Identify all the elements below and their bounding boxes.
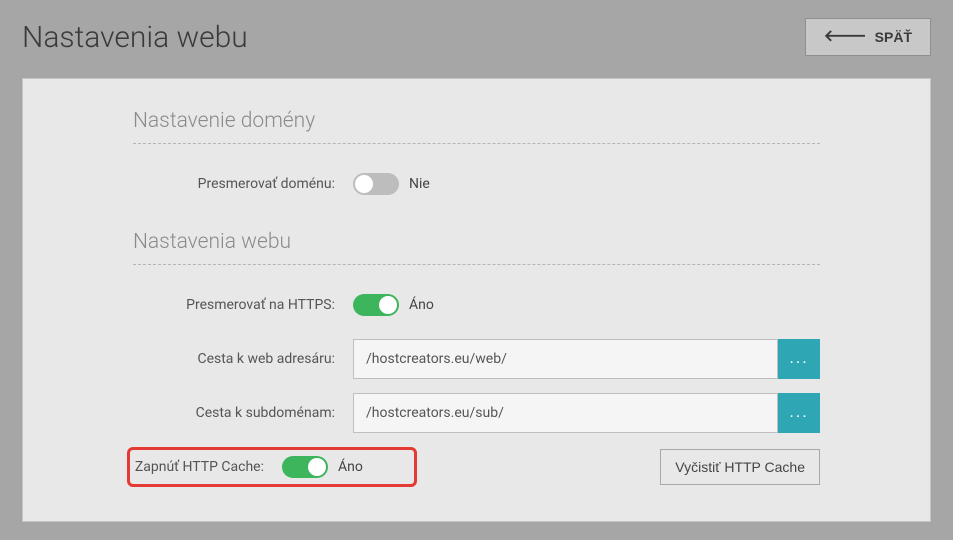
toggle-redirect-domain-value: Nie	[409, 176, 430, 192]
section-domain: Nastavenie domény Presmerovať doménu: Ni…	[133, 109, 820, 204]
row-sub-path: Cesta k subdoménam: ...	[133, 393, 820, 433]
label-redirect-domain: Presmerovať doménu:	[133, 176, 353, 192]
toggle-http-cache[interactable]	[282, 456, 328, 478]
input-web-path[interactable]	[353, 339, 778, 379]
row-http-cache-highlight: Zapnúť HTTP Cache: Áno	[127, 447, 417, 487]
toggle-redirect-https-value: Áno	[409, 297, 434, 313]
toggle-redirect-domain[interactable]	[353, 173, 399, 195]
label-sub-path: Cesta k subdoménam:	[133, 405, 353, 421]
toggle-redirect-https[interactable]	[353, 294, 399, 316]
label-http-cache: Zapnúť HTTP Cache:	[132, 459, 282, 475]
page-title: Nastavenia webu	[22, 20, 248, 55]
label-redirect-https: Presmerovať na HTTPS:	[133, 297, 353, 313]
toggle-http-cache-value: Áno	[338, 459, 363, 475]
label-web-path: Cesta k web adresáru:	[133, 351, 353, 367]
browse-sub-path-button[interactable]: ...	[778, 393, 820, 433]
arrow-left-icon: 🡐	[824, 29, 867, 45]
section-web: Nastavenia webu Presmerovať na HTTPS: Án…	[133, 230, 820, 487]
back-button[interactable]: 🡐 SPÄŤ	[805, 18, 931, 56]
row-redirect-https: Presmerovať na HTTPS: Áno	[133, 285, 820, 325]
input-sub-path[interactable]	[353, 393, 778, 433]
row-redirect-domain: Presmerovať doménu: Nie	[133, 164, 820, 204]
back-button-label: SPÄŤ	[875, 29, 912, 45]
page-header: Nastavenia webu 🡐 SPÄŤ	[22, 18, 931, 56]
row-web-path: Cesta k web adresáru: ...	[133, 339, 820, 379]
section-domain-title: Nastavenie domény	[133, 109, 820, 144]
ellipsis-icon: ...	[789, 350, 808, 368]
clear-http-cache-button[interactable]: Vyčistiť HTTP Cache	[660, 449, 820, 485]
ellipsis-icon: ...	[789, 404, 808, 422]
section-web-title: Nastavenia webu	[133, 230, 820, 265]
browse-web-path-button[interactable]: ...	[778, 339, 820, 379]
settings-panel: Nastavenie domény Presmerovať doménu: Ni…	[22, 78, 931, 522]
